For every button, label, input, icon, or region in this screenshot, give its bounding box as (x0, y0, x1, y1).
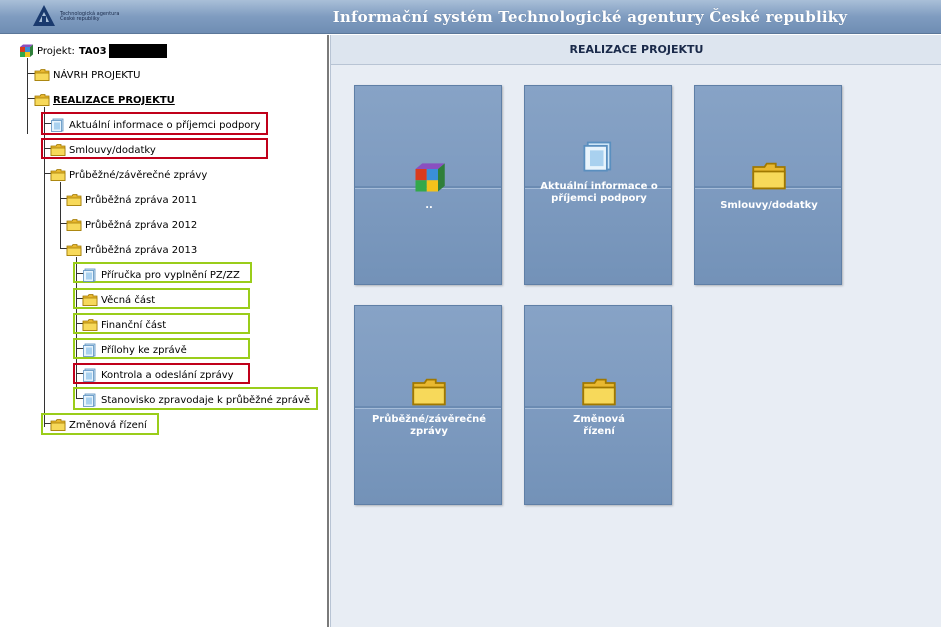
tree-item-label: Příručka pro vyplnění PZ/ZZ (101, 269, 240, 281)
folder-icon (66, 243, 82, 257)
logo-line-2: České republiky (60, 16, 100, 22)
tile-prubezne-zaverecne-zpravy[interactable]: Průběžné/závěrečné zprávy (354, 305, 502, 505)
project-tree-panel: Projekt: TA03 NÁVRH PROJEKTU REALIZACE P… (0, 35, 329, 627)
tile-zmenova-rizeni[interactable]: Změnová řízení (524, 305, 672, 505)
document-icon (50, 118, 66, 132)
folder-icon (82, 293, 98, 307)
document-icon (82, 343, 98, 357)
document-icon (82, 393, 98, 407)
content-panel: REALIZACE PROJEKTU .. Aktuální informace… (330, 35, 941, 627)
tree-item-label: Průběžná zpráva 2011 (85, 194, 198, 206)
folder-icon (82, 318, 98, 332)
tile-label: Změnová řízení (573, 414, 625, 437)
tacr-logo: Technologická agentura České republiky (32, 4, 132, 30)
tree-item-navrh-projektu[interactable]: NÁVRH PROJEKTU (34, 65, 141, 85)
tile-aktualni-informace[interactable]: Aktuální informace o příjemci podpory (524, 85, 672, 285)
tree-item-prubezna-zprava-2012[interactable]: Průběžná zpráva 2012 (66, 215, 197, 235)
tree-item-vecna-cast[interactable]: Věcná část (82, 290, 155, 310)
tile-smlouvy-dodatky[interactable]: Smlouvy/dodatky (694, 85, 842, 285)
tree-item-smlouvy-dodatky[interactable]: Smlouvy/dodatky (50, 140, 156, 160)
tree-item-label: Věcná část (101, 294, 156, 306)
tree-item-label: Přílohy ke zprávě (101, 344, 187, 356)
tree-item-stanovisko-zpravodaje[interactable]: Stanovisko zpravodaje k průběžné zprávě (82, 390, 310, 410)
tree-item-label: Smlouvy/dodatky (69, 144, 156, 156)
tree-item-label: Průběžné/závěrečné zprávy (69, 169, 208, 181)
folder-icon (751, 158, 787, 194)
tree-item-label: REALIZACE PROJEKTU (53, 94, 175, 106)
folder-icon (50, 143, 66, 157)
folder-icon (50, 168, 66, 182)
tree-item-label: Stanovisko zpravodaje k průběžné zprávě (101, 394, 311, 406)
project-label: Projekt: (37, 45, 75, 57)
cube-icon (18, 44, 34, 58)
tree-item-label: Kontrola a odeslání zprávy (101, 369, 234, 381)
tree-item-label: Průběžná zpráva 2013 (85, 244, 198, 256)
section-heading: REALIZACE PROJEKTU (331, 35, 941, 65)
tile-label: Průběžné/závěrečné zprávy (371, 414, 487, 437)
tree-item-label: Průběžná zpráva 2012 (85, 219, 198, 231)
tree-item-prubezne-zaverecne-zpravy[interactable]: Průběžné/závěrečné zprávy (50, 165, 207, 185)
cube-icon (411, 160, 447, 196)
app-title: Informační systém Technologické agentury… (332, 8, 848, 26)
document-icon (581, 138, 617, 174)
folder-icon (66, 218, 82, 232)
document-icon (82, 368, 98, 382)
tree-item-label: Finanční část (101, 319, 167, 331)
tree-item-label: NÁVRH PROJEKTU (53, 69, 141, 81)
tile-label: .. (425, 200, 433, 211)
redacted-block (108, 44, 167, 58)
tile-label: Smlouvy/dodatky (720, 200, 818, 211)
folder-icon (50, 418, 66, 432)
folder-icon (34, 68, 50, 82)
tree-root-project[interactable]: Projekt: TA03 (18, 41, 167, 61)
tree-item-realizace-projektu[interactable]: REALIZACE PROJEKTU (34, 90, 175, 110)
app-header: Technologická agentura České republiky I… (0, 0, 941, 34)
tree-item-financni-cast[interactable]: Finanční část (82, 315, 166, 335)
document-icon (82, 268, 98, 282)
tree-item-aktualni-informace[interactable]: Aktuální informace o příjemci podpory (50, 115, 260, 135)
folder-icon (66, 193, 82, 207)
tree-item-prirucka[interactable]: Příručka pro vyplnění PZ/ZZ (82, 265, 240, 285)
folder-icon (34, 93, 50, 107)
project-code: TA03 (78, 45, 107, 57)
tree-item-prubezna-zprava-2011[interactable]: Průběžná zpráva 2011 (66, 190, 197, 210)
folder-icon (581, 374, 617, 410)
tree-item-prubezna-zprava-2013[interactable]: Průběžná zpráva 2013 (66, 240, 197, 260)
tree-item-prilohy[interactable]: Přílohy ke zprávě (82, 340, 187, 360)
tree-item-label: Změnová řízení (69, 419, 147, 431)
tree-item-kontrola-odeslani[interactable]: Kontrola a odeslání zprávy (82, 365, 234, 385)
tree-item-zmenova-rizeni[interactable]: Změnová řízení (50, 415, 147, 435)
tree-item-label: Aktuální informace o příjemci podpory (69, 119, 261, 131)
tile-label: Aktuální informace o příjemci podpory (540, 181, 658, 204)
folder-icon (411, 374, 447, 410)
tile-up-level[interactable]: .. (354, 85, 502, 285)
